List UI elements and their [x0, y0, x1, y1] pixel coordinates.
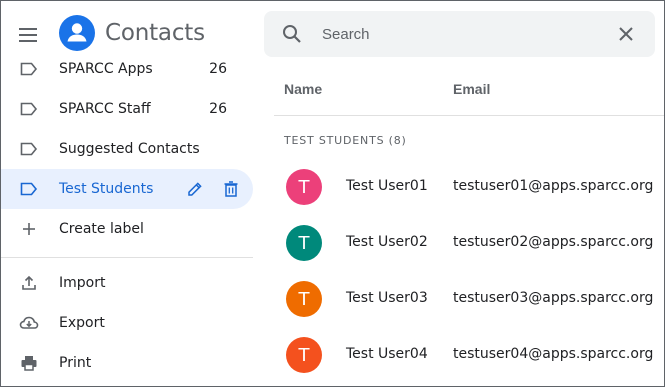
- search-input[interactable]: [322, 22, 602, 46]
- plus-icon: [19, 219, 39, 239]
- header-divider: [274, 115, 664, 116]
- contacts-app: Contacts SPARCC Apps 26 SPARCC Staff 26 …: [0, 0, 665, 387]
- label-count: 26: [209, 101, 227, 117]
- search-icon[interactable]: [280, 22, 304, 46]
- sidebar-item-label: SPARCC Staff: [59, 101, 151, 117]
- label-icon: [19, 59, 39, 79]
- contact-row[interactable]: T Test User02 testuser02@apps.sparcc.org: [274, 215, 664, 271]
- edit-label-button[interactable]: [185, 179, 205, 199]
- group-heading: TEST STUDENTS (8): [284, 134, 407, 147]
- sidebar-item-label: Export: [59, 315, 105, 331]
- app-title: Contacts: [105, 20, 205, 46]
- avatar: T: [286, 225, 322, 261]
- contact-email: testuser01@apps.sparcc.org: [453, 178, 654, 194]
- sidebar-item-label: Test Students: [59, 181, 154, 197]
- sidebar-item-label: Import: [59, 275, 106, 291]
- printer-icon: [19, 353, 39, 373]
- main-menu-button[interactable]: [13, 19, 45, 51]
- avatar: T: [286, 337, 322, 373]
- contact-row[interactable]: T Test User03 testuser03@apps.sparcc.org: [274, 271, 664, 327]
- sidebar-item-import[interactable]: Import: [1, 263, 253, 303]
- trash-icon: [224, 181, 238, 197]
- contact-name: Test User04: [346, 346, 428, 362]
- label-icon: [19, 99, 39, 119]
- column-header-email[interactable]: Email: [453, 81, 490, 97]
- contact-name: Test User03: [346, 290, 428, 306]
- hamburger-menu-icon: [19, 28, 37, 42]
- cloud-download-icon: [19, 313, 39, 333]
- contacts-logo[interactable]: [59, 15, 95, 51]
- sidebar-item-sparcc-staff[interactable]: SPARCC Staff 26: [1, 89, 253, 129]
- contact-name: Test User02: [346, 234, 428, 250]
- close-icon[interactable]: [614, 22, 638, 46]
- person-icon: [67, 23, 87, 42]
- contact-row[interactable]: T Test User04 testuser04@apps.sparcc.org: [274, 327, 664, 383]
- sidebar-item-print[interactable]: Print: [1, 343, 253, 383]
- sidebar-item-label: Suggested Contacts: [59, 141, 200, 157]
- sidebar-divider: [1, 257, 253, 258]
- contact-name: Test User01: [346, 178, 428, 194]
- avatar: T: [286, 169, 322, 205]
- label-icon: [19, 139, 39, 159]
- contact-email: testuser02@apps.sparcc.org: [453, 234, 654, 250]
- create-label-button[interactable]: Create label: [1, 209, 253, 249]
- delete-label-button[interactable]: [221, 179, 241, 199]
- contact-row[interactable]: T Test User01 testuser01@apps.sparcc.org: [274, 159, 664, 215]
- column-header-name[interactable]: Name: [284, 81, 322, 97]
- contact-email: testuser03@apps.sparcc.org: [453, 290, 654, 306]
- sidebar-item-export[interactable]: Export: [1, 303, 253, 343]
- pencil-icon: [188, 182, 202, 196]
- create-label-text: Create label: [59, 221, 144, 237]
- search-bar[interactable]: [264, 11, 655, 57]
- avatar: T: [286, 281, 322, 317]
- sidebar-item-sparcc-apps[interactable]: SPARCC Apps 26: [1, 49, 253, 89]
- label-icon: [19, 179, 39, 199]
- sidebar-item-test-students[interactable]: Test Students: [1, 169, 253, 209]
- sidebar-item-suggested-contacts[interactable]: Suggested Contacts: [1, 129, 253, 169]
- label-count: 26: [209, 61, 227, 77]
- sidebar-item-label: SPARCC Apps: [59, 61, 153, 77]
- sidebar-item-label: Print: [59, 355, 92, 371]
- upload-icon: [19, 273, 39, 293]
- contact-email: testuser04@apps.sparcc.org: [453, 346, 654, 362]
